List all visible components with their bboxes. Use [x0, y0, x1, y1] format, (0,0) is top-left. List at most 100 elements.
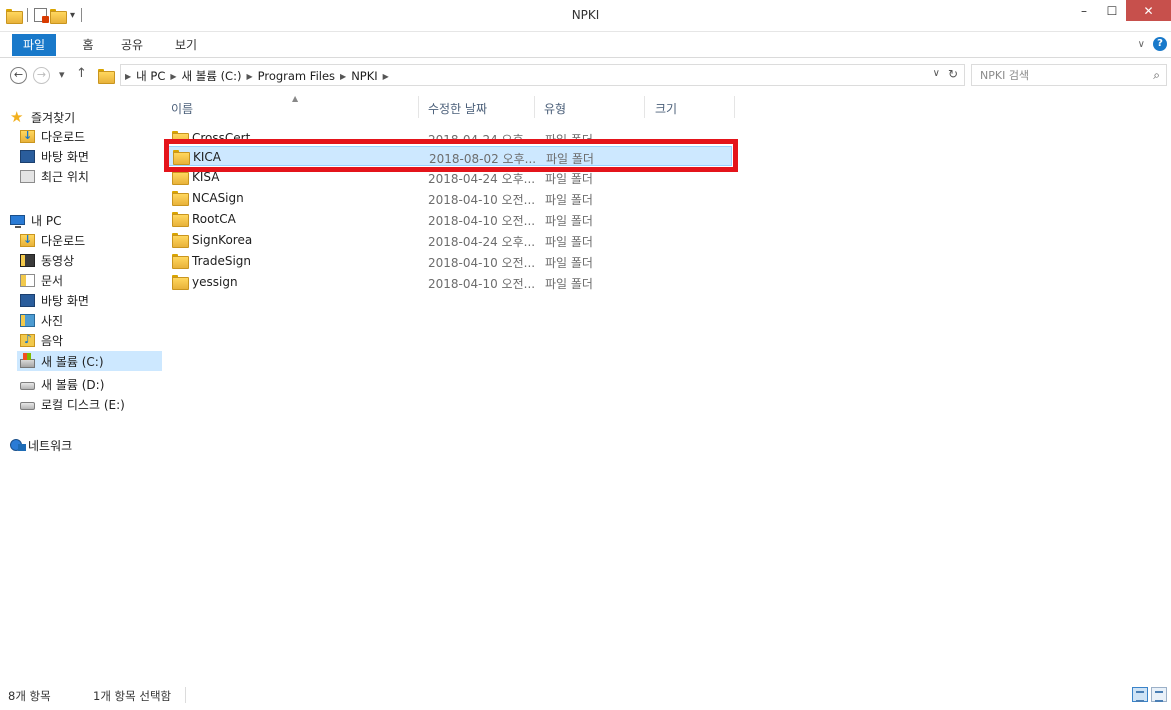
tab-share[interactable]: 공유: [117, 34, 147, 56]
file-type: 파일 폴더: [545, 133, 593, 144]
chevron-right-icon[interactable]: ▶: [340, 72, 346, 81]
table-row[interactable]: KISA 2018-04-24 오후... 파일 폴더: [164, 167, 732, 187]
file-list: ▲ 이름 수정한 날짜 유형 크기 CrossCert 2018-04-24 오…: [160, 92, 1171, 679]
videos-folder-icon: [20, 253, 35, 267]
column-divider[interactable]: [534, 96, 535, 118]
nav-label: 음악: [41, 333, 64, 348]
star-icon: [10, 108, 25, 126]
recent-locations-icon[interactable]: ▾: [59, 68, 65, 81]
table-row[interactable]: yessign 2018-04-10 오전... 파일 폴더: [164, 272, 732, 292]
table-row[interactable]: SignKorea 2018-04-24 오후... 파일 폴더: [164, 230, 732, 250]
nav-label: 문서: [41, 273, 64, 288]
file-date: 2018-04-24 오후...: [428, 172, 536, 186]
nav-label: 로컬 디스크 (E:): [41, 397, 125, 412]
crumb-program-files[interactable]: Program Files: [258, 69, 335, 83]
chevron-right-icon[interactable]: ▶: [125, 72, 131, 81]
file-name: TradeSign: [192, 254, 252, 268]
nav-fav-desktop[interactable]: 바탕 화면: [20, 146, 89, 166]
nav-favorites[interactable]: 즐겨찾기: [10, 107, 75, 127]
column-divider[interactable]: [418, 96, 419, 118]
maximize-button[interactable]: ☐: [1098, 0, 1126, 21]
nav-fav-recent[interactable]: 최근 위치: [20, 166, 89, 186]
nav-label: 네트워크: [28, 438, 73, 453]
nav-label: 내 PC: [31, 213, 62, 228]
nav-label: 바탕 화면: [41, 149, 89, 164]
expand-ribbon-icon[interactable]: ∨: [1138, 39, 1145, 50]
minimize-button[interactable]: –: [1070, 0, 1098, 21]
file-date: 2018-04-10 오전...: [428, 277, 536, 291]
file-date: 2018-08-02 오후...: [429, 152, 537, 166]
help-icon[interactable]: ?: [1153, 37, 1167, 51]
navigation-pane: 즐겨찾기 다운로드 바탕 화면 최근 위치 내 PC 다운로드 동영상 문서 바…: [0, 92, 162, 679]
column-divider[interactable]: [644, 96, 645, 118]
file-name: NCASign: [192, 191, 244, 205]
address-bar[interactable]: ▶ 내 PC ▶ 새 볼륨 (C:) ▶ Program Files ▶ NPK…: [120, 64, 965, 86]
system-drive-icon: [20, 352, 35, 368]
chevron-right-icon[interactable]: ▶: [383, 72, 389, 81]
nav-label: 바탕 화면: [41, 293, 89, 308]
column-header-date[interactable]: 수정한 날짜: [428, 100, 487, 117]
nav-pc-desktop[interactable]: 바탕 화면: [20, 290, 89, 310]
desktop-icon: [20, 149, 35, 163]
file-name: yessign: [192, 275, 238, 289]
address-dropdown-icon[interactable]: ∨: [933, 68, 940, 79]
file-name: CrossCert: [192, 131, 251, 144]
nav-label: 다운로드: [41, 129, 86, 144]
chevron-right-icon[interactable]: ▶: [246, 72, 252, 81]
network-icon: [10, 439, 26, 451]
chevron-right-icon[interactable]: ▶: [170, 72, 176, 81]
column-header-size[interactable]: 크기: [655, 100, 677, 117]
crumb-this-pc[interactable]: 내 PC: [136, 68, 165, 84]
close-button[interactable]: ✕: [1126, 0, 1171, 21]
nav-pc-downloads[interactable]: 다운로드: [20, 230, 85, 250]
nav-label: 다운로드: [41, 233, 86, 248]
selection-count: 1개 항목 선택함: [93, 689, 172, 703]
tab-file[interactable]: 파일: [12, 34, 56, 56]
nav-pc-videos[interactable]: 동영상: [20, 250, 74, 270]
folder-icon: [172, 191, 189, 206]
drive-icon: [20, 402, 35, 410]
large-icons-view-icon[interactable]: [1151, 687, 1167, 702]
music-folder-icon: [20, 332, 35, 347]
table-row[interactable]: CrossCert 2018-04-24 오후... 파일 폴더: [164, 128, 732, 144]
recent-places-icon: [20, 169, 35, 183]
nav-pc-documents[interactable]: 문서: [20, 270, 63, 290]
nav-fav-downloads[interactable]: 다운로드: [20, 126, 85, 146]
table-row[interactable]: KICA 2018-08-02 오후... 파일 폴더: [164, 146, 732, 166]
nav-label: 동영상: [41, 253, 75, 268]
back-button[interactable]: ←: [10, 67, 27, 84]
nav-this-pc[interactable]: 내 PC: [10, 210, 61, 230]
details-view-icon[interactable]: [1132, 687, 1148, 702]
refresh-icon[interactable]: ↻: [948, 67, 958, 81]
column-header-name[interactable]: 이름: [171, 100, 193, 117]
file-date: 2018-04-24 오후...: [428, 235, 536, 249]
nav-drive-d[interactable]: 새 볼륨 (D:): [20, 374, 104, 394]
tab-home[interactable]: 홈: [76, 34, 100, 56]
table-row[interactable]: RootCA 2018-04-10 오전... 파일 폴더: [164, 209, 732, 229]
nav-network[interactable]: 네트워크: [10, 435, 72, 455]
nav-drive-c[interactable]: 새 볼륨 (C:): [17, 351, 162, 371]
downloads-folder-icon: [20, 233, 35, 247]
nav-pc-music[interactable]: 음악: [20, 330, 63, 350]
nav-drive-e[interactable]: 로컬 디스크 (E:): [20, 394, 125, 414]
folder-icon: [172, 212, 189, 227]
forward-button[interactable]: →: [33, 67, 50, 84]
tab-view[interactable]: 보기: [171, 34, 201, 56]
folder-icon: [172, 233, 189, 248]
column-header-type[interactable]: 유형: [544, 100, 566, 117]
search-icon[interactable]: ⌕: [1153, 68, 1160, 83]
desktop-icon: [20, 293, 35, 307]
table-row[interactable]: NCASign 2018-04-10 오전... 파일 폴더: [164, 188, 732, 208]
search-input[interactable]: [972, 65, 1142, 85]
sort-ascending-icon: ▲: [292, 94, 299, 103]
column-divider[interactable]: [734, 96, 735, 118]
crumb-npki[interactable]: NPKI: [351, 69, 377, 83]
table-row[interactable]: TradeSign 2018-04-10 오전... 파일 폴더: [164, 251, 732, 271]
file-date: 2018-04-24 오후...: [428, 133, 536, 144]
folder-icon: [172, 170, 189, 185]
window-controls: – ☐ ✕: [1070, 0, 1171, 21]
crumb-volume-c[interactable]: 새 볼륨 (C:): [182, 68, 242, 84]
nav-label: 새 볼륨 (D:): [41, 377, 105, 392]
nav-pc-pictures[interactable]: 사진: [20, 310, 63, 330]
up-button[interactable]: ↑: [76, 66, 87, 81]
